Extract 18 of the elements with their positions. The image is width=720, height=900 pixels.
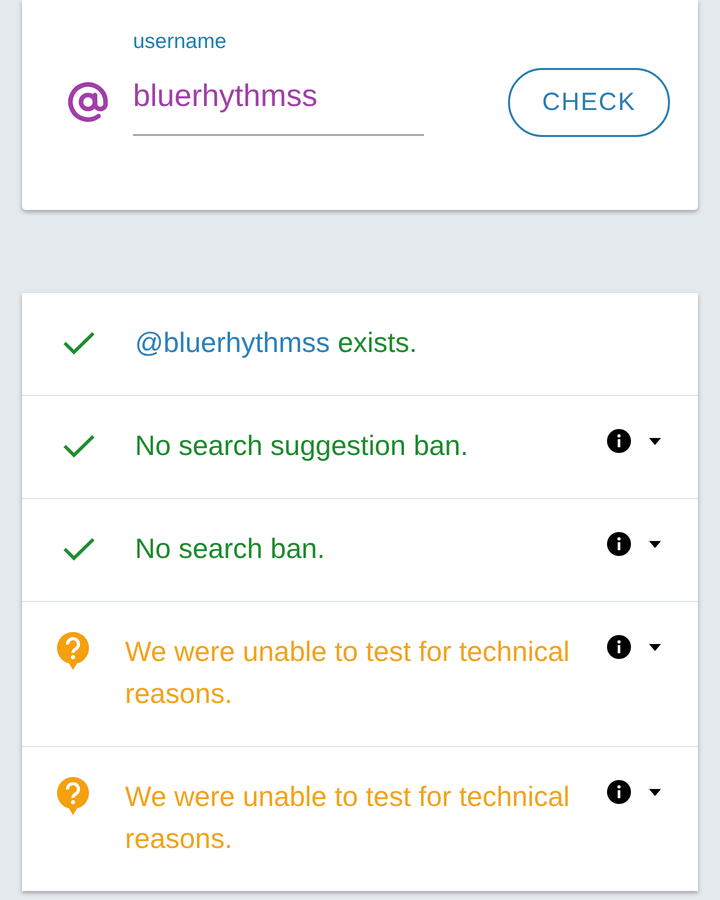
caret-icon[interactable] [649,644,661,650]
info-icon[interactable] [607,532,631,556]
info-icon[interactable] [607,635,631,659]
caret-icon[interactable] [649,438,661,444]
result-text: No search suggestion ban. [135,430,468,461]
check-button[interactable]: CHECK [508,68,670,137]
caret-icon[interactable] [649,788,661,796]
field-label: username [133,30,228,54]
username-input[interactable]: bluerhythmss [133,74,424,136]
at-sign-icon [68,82,108,122]
result-text: We were unable to test for technical reasons. [125,781,570,854]
result-text: exists. [338,327,418,358]
caret-icon[interactable] [649,540,661,548]
result-text: No search ban. [135,533,325,564]
info-icon[interactable] [607,780,631,804]
info-icon[interactable] [607,429,631,453]
result-text: We were unable to test for technical reasons. [125,636,570,709]
username-link[interactable]: @bluerhythmss [135,327,330,358]
